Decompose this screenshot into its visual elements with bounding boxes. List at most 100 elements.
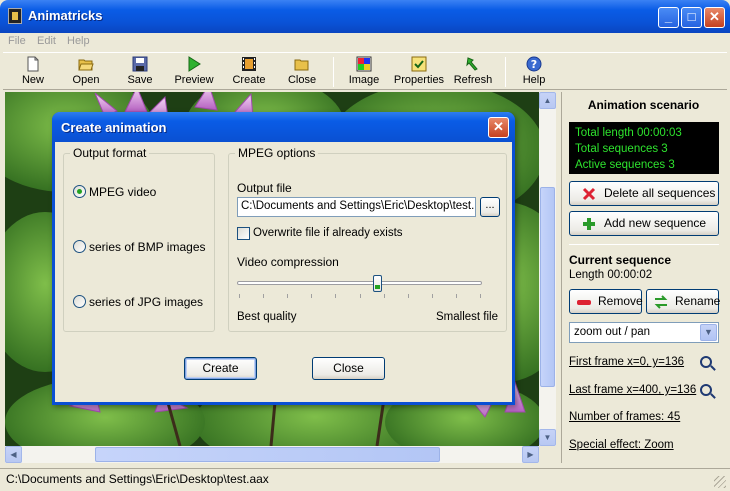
slider-tick bbox=[311, 294, 313, 298]
mpeg-options-label: MPEG options bbox=[235, 146, 319, 160]
compression-label: Video compression bbox=[237, 255, 339, 269]
slider-tick bbox=[431, 294, 433, 298]
browse-button[interactable]: ... bbox=[480, 197, 500, 217]
save-icon bbox=[132, 56, 148, 72]
total-length: Total length 00:00:03 bbox=[575, 127, 682, 139]
overwrite-checkbox[interactable] bbox=[237, 227, 250, 240]
remove-button[interactable]: Remove bbox=[569, 289, 643, 314]
preview-button[interactable]: Preview bbox=[173, 54, 215, 90]
resize-grip-icon[interactable] bbox=[714, 476, 726, 488]
minimize-button[interactable]: _ bbox=[658, 7, 679, 28]
create-label: Create bbox=[232, 74, 266, 86]
slider-tick bbox=[263, 294, 265, 298]
effect-select[interactable]: zoom out / pan ▼ bbox=[569, 322, 719, 343]
new-icon bbox=[27, 56, 39, 72]
swap-icon bbox=[654, 295, 668, 309]
svg-text:?: ? bbox=[531, 58, 537, 71]
last-frame-link[interactable]: Last frame x=400, y=136 bbox=[569, 384, 696, 396]
delete-icon bbox=[582, 187, 596, 201]
radio-bmp[interactable] bbox=[73, 240, 86, 253]
close-window-button[interactable]: ✕ bbox=[704, 7, 725, 28]
current-sequence-title: Current sequence bbox=[569, 253, 672, 267]
scroll-up-icon[interactable]: ▲ bbox=[539, 92, 556, 109]
create-icon bbox=[242, 57, 256, 71]
mpeg-label[interactable]: MPEG video bbox=[89, 185, 156, 199]
num-frames-link[interactable]: Number of frames: 45 bbox=[569, 411, 680, 423]
slider-tick bbox=[359, 294, 361, 298]
smallest-file-label: Smallest file bbox=[436, 311, 498, 323]
properties-button[interactable]: Properties bbox=[393, 54, 445, 90]
magnifier-icon[interactable] bbox=[700, 356, 712, 368]
title-bar: Animatricks _ □ ✕ bbox=[0, 0, 730, 33]
vertical-scrollbar[interactable]: ▲ ▼ bbox=[539, 92, 556, 446]
refresh-icon bbox=[466, 57, 478, 71]
menu-edit[interactable]: Edit bbox=[37, 35, 56, 47]
minus-icon bbox=[577, 300, 591, 305]
output-format-group: Output format MPEG video series of BMP i… bbox=[63, 146, 215, 332]
window-title: Animatricks bbox=[28, 8, 103, 23]
delete-all-button[interactable]: Delete all sequences bbox=[569, 181, 719, 206]
radio-mpeg[interactable] bbox=[73, 185, 86, 198]
menu-bar: File Edit Help bbox=[0, 33, 730, 51]
scenario-panel: Animation scenario Total length 00:00:03… bbox=[561, 92, 724, 463]
panel-divider bbox=[569, 244, 719, 245]
output-file-label: Output file bbox=[237, 181, 292, 195]
special-effect-link[interactable]: Special effect: Zoom bbox=[569, 439, 674, 451]
toolbar: New Open Save Preview Create Close Image… bbox=[3, 52, 727, 90]
magnifier-icon[interactable] bbox=[700, 384, 712, 396]
help-label: Help bbox=[522, 74, 546, 86]
image-button[interactable]: Image bbox=[346, 54, 382, 90]
output-file-field[interactable]: C:\Documents and Settings\Eric\Desktop\t… bbox=[237, 197, 476, 217]
dialog-create-button[interactable]: Create bbox=[184, 357, 257, 380]
slider-tick bbox=[480, 294, 481, 298]
bmp-label[interactable]: series of BMP images bbox=[89, 240, 206, 254]
compression-slider-thumb[interactable] bbox=[372, 275, 382, 292]
horizontal-scrollbar[interactable]: ◀ ▶ bbox=[5, 446, 539, 463]
create-button[interactable]: Create bbox=[231, 54, 267, 90]
add-sequence-button[interactable]: Add new sequence bbox=[569, 211, 719, 236]
status-path: C:\Documents and Settings\Eric\Desktop\t… bbox=[6, 472, 269, 486]
rename-label: Rename bbox=[675, 294, 721, 308]
rename-button[interactable]: Rename bbox=[646, 289, 721, 314]
chevron-down-icon[interactable]: ▼ bbox=[700, 324, 717, 341]
add-icon bbox=[583, 218, 595, 230]
scroll-right-icon[interactable]: ▶ bbox=[522, 446, 539, 463]
menu-help[interactable]: Help bbox=[67, 35, 90, 47]
new-label: New bbox=[21, 74, 44, 86]
open-button[interactable]: Open bbox=[69, 54, 103, 90]
jpg-label[interactable]: series of JPG images bbox=[89, 295, 203, 309]
radio-jpg[interactable] bbox=[73, 295, 86, 308]
slider-tick bbox=[407, 294, 409, 298]
slider-tick bbox=[287, 294, 289, 298]
first-frame-link[interactable]: First frame x=0, y=136 bbox=[569, 356, 684, 368]
slider-tick bbox=[383, 294, 385, 298]
properties-icon bbox=[411, 56, 427, 72]
close-button[interactable]: Close bbox=[285, 54, 319, 90]
dialog-close-icon[interactable]: ✕ bbox=[488, 117, 509, 138]
save-button[interactable]: Save bbox=[125, 54, 155, 90]
overwrite-label[interactable]: Overwrite file if already exists bbox=[253, 227, 403, 239]
new-button[interactable]: New bbox=[19, 54, 47, 90]
output-format-label: Output format bbox=[70, 146, 150, 160]
effect-select-value: zoom out / pan bbox=[574, 326, 651, 338]
preview-icon bbox=[188, 56, 201, 72]
open-icon bbox=[78, 59, 94, 71]
horizontal-scroll-thumb[interactable] bbox=[95, 447, 440, 462]
scroll-left-icon[interactable]: ◀ bbox=[5, 446, 22, 463]
slider-tick bbox=[455, 294, 457, 298]
refresh-button[interactable]: Refresh bbox=[452, 54, 494, 90]
dialog-close-button[interactable]: Close bbox=[312, 357, 385, 380]
total-sequences: Total sequences 3 bbox=[575, 143, 668, 155]
menu-file[interactable]: File bbox=[8, 35, 26, 47]
image-icon bbox=[356, 56, 372, 72]
dialog-title: Create animation bbox=[61, 120, 167, 135]
slider-tick bbox=[239, 294, 240, 298]
vertical-scroll-thumb[interactable] bbox=[540, 187, 555, 387]
image-label: Image bbox=[348, 74, 380, 86]
help-button[interactable]: ? Help bbox=[519, 54, 549, 90]
scroll-down-icon[interactable]: ▼ bbox=[539, 429, 556, 446]
compression-slider-track[interactable] bbox=[237, 281, 482, 285]
dialog-title-bar: Create animation ✕ bbox=[52, 112, 515, 142]
save-label: Save bbox=[127, 74, 153, 86]
maximize-button[interactable]: □ bbox=[681, 7, 702, 28]
